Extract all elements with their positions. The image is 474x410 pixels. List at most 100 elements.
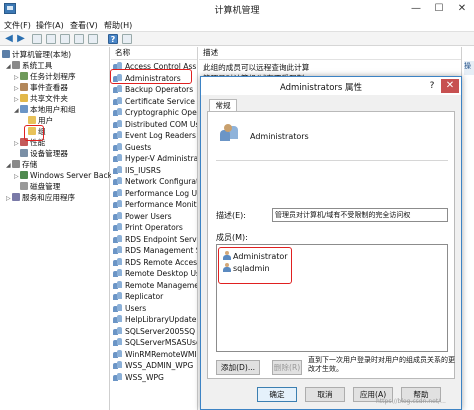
export-list-icon[interactable] <box>88 34 98 44</box>
menu-view[interactable]: 查看(V) <box>70 20 98 31</box>
group-list-item[interactable]: WSS_WPG <box>113 372 197 383</box>
description-input[interactable]: 管理员对计算机/域有不受限制的完全访问权 <box>272 208 448 222</box>
group-icon <box>113 211 122 220</box>
group-list-item-label: Remote Manageme <box>125 280 198 290</box>
group-list-item[interactable]: Performance Log U <box>113 188 197 199</box>
group-list-item[interactable]: Users <box>113 303 197 314</box>
actions-pane-label[interactable]: 操 <box>464 61 474 75</box>
group-icon <box>113 338 122 346</box>
group-list-item-label: RDS Endpoint Serve <box>125 234 198 244</box>
disk-icon <box>20 182 28 190</box>
dialog-close-button[interactable]: ✕ <box>441 79 459 93</box>
group-list-item-label: WSS_ADMIN_WPG <box>125 361 194 370</box>
general-tab-panel: Administrators 描述(E): 管理员对计算机/域有不受限制的完全访… <box>207 111 455 379</box>
group-list-item[interactable]: Guests <box>113 142 197 153</box>
menu-file[interactable]: 文件(F) <box>4 20 31 31</box>
tree-item-shared-folders[interactable]: ▷ 共享文件夹 <box>14 93 68 104</box>
help-icon[interactable]: ? <box>108 34 118 44</box>
group-icon <box>113 200 122 208</box>
menu-action[interactable]: 操作(A) <box>36 20 64 31</box>
group-list-item[interactable]: Network Configurat <box>113 176 197 187</box>
group-list-item[interactable]: WinRMRemoteWMI <box>113 349 197 360</box>
tree-item-event-viewer[interactable]: ▷ 事件查看器 <box>14 82 68 93</box>
group-list-item[interactable]: WSS_ADMIN_WPG <box>113 360 197 371</box>
tree-item-local-users-groups[interactable]: ◢ 本地用户和组 <box>14 104 76 115</box>
minimize-button[interactable]: — <box>405 0 427 18</box>
group-list-item-label: Power Users <box>125 211 172 221</box>
watermark: https://blog.csdn.net/... <box>376 398 446 405</box>
divider <box>216 160 448 161</box>
group-icon <box>113 119 122 128</box>
tree-item-disk-management[interactable]: 磁盘管理 <box>20 181 60 192</box>
column-header-description[interactable]: 描述 <box>199 47 461 60</box>
maximize-button[interactable]: ☐ <box>428 0 450 18</box>
tree-item-system-tools[interactable]: ◢ 系统工具 <box>6 60 52 71</box>
group-icon <box>113 165 122 174</box>
window-title: 计算机管理 <box>214 6 260 16</box>
group-icon <box>113 234 122 243</box>
group-list-item[interactable]: Print Operators <box>113 222 197 233</box>
group-list-item-label: Remote Desktop Us <box>125 269 198 278</box>
title-bar: 计算机管理 — ☐ ✕ <box>0 0 474 18</box>
group-list-item[interactable]: Power Users <box>113 211 197 222</box>
group-icon <box>113 223 122 231</box>
group-icon <box>113 177 122 185</box>
refresh-icon[interactable] <box>74 34 84 44</box>
computer-management-window: 计算机管理 — ☐ ✕ 文件(F) 操作(A) 查看(V) 帮助(H) ◀ ▶ … <box>0 0 474 410</box>
tree-item-computer-management[interactable]: 计算机管理(本地) <box>2 49 71 60</box>
group-list-item-label: Print Operators <box>125 223 183 232</box>
tree-item-storage[interactable]: ◢ 存储 <box>6 159 37 170</box>
group-list-item[interactable]: Backup Operators <box>113 84 197 95</box>
group-icon <box>113 349 122 358</box>
group-list-item[interactable]: Distributed COM Us <box>113 119 198 130</box>
group-list-item-label: Hyper-V Administra <box>125 154 198 163</box>
cancel-button[interactable]: 取消 <box>305 387 345 402</box>
group-list-item[interactable]: RDS Endpoint Serve <box>113 234 198 245</box>
group-list-item[interactable]: RDS Remote Access <box>113 257 197 268</box>
group-list-item[interactable]: Performance Monit <box>113 199 197 210</box>
back-arrow-icon[interactable]: ◀ <box>4 34 14 44</box>
group-icon <box>113 361 122 369</box>
tree-item-services-applications[interactable]: ▷ 服务和应用程序 <box>6 192 75 203</box>
group-list-item[interactable]: SQLServerMSASUse <box>113 337 197 348</box>
forward-arrow-icon[interactable]: ▶ <box>16 34 26 44</box>
group-icon <box>113 96 122 105</box>
computer-icon <box>2 50 10 58</box>
group-list-item[interactable]: HelpLibraryUpdaters <box>113 314 197 325</box>
group-list-item[interactable]: Cryptographic Oper <box>113 107 197 118</box>
toolbar: ◀ ▶ ? <box>0 32 474 46</box>
membership-change-note: 直到下一次用户登录时对用户的组成员关系的更改才生效。 <box>308 356 455 373</box>
menu-bar: 文件(F) 操作(A) 查看(V) 帮助(H) <box>0 18 474 32</box>
tree-item-device-manager[interactable]: 设备管理器 <box>20 148 68 159</box>
dialog-title: Administrators 属性 <box>279 83 363 93</box>
close-button[interactable]: ✕ <box>451 0 473 18</box>
group-list-item[interactable]: Replicator <box>113 291 197 302</box>
group-icon <box>113 280 122 289</box>
group-list-item[interactable]: IIS_IUSRS <box>113 165 197 176</box>
column-header-name[interactable]: 名称 <box>111 47 197 60</box>
tree-item-task-scheduler[interactable]: ▷ 任务计划程序 <box>14 71 76 82</box>
properties-icon[interactable] <box>122 34 132 44</box>
highlight-groups-node <box>24 125 44 141</box>
group-list-item[interactable]: Certificate Service D <box>113 96 197 107</box>
show-hide-tree-icon[interactable] <box>46 34 56 44</box>
navigation-tree: 计算机管理(本地) ◢ 系统工具 ▷ 任务计划程序 ▷ 事件查看器 ▷ 共享文件夹 ◢ 本… <box>0 47 112 410</box>
group-list-item[interactable]: Hyper-V Administra <box>113 153 198 164</box>
group-list-item[interactable]: Remote Desktop Us <box>113 268 198 279</box>
group-list-item-label: Distributed COM Us <box>125 119 198 129</box>
group-list-item[interactable]: Event Log Readers <box>113 130 197 141</box>
group-list-item-label: RDS Management S <box>125 246 198 255</box>
menu-help[interactable]: 帮助(H) <box>104 20 132 31</box>
folder-icon <box>28 116 36 124</box>
ok-button[interactable]: 确定 <box>257 387 297 402</box>
up-folder-icon[interactable] <box>32 34 42 44</box>
remove-button[interactable]: 删除(R) <box>272 360 302 375</box>
group-list-item-label: WinRMRemoteWMI <box>125 349 197 359</box>
add-button[interactable]: 添加(D)... <box>216 360 260 375</box>
group-list-item[interactable]: RDS Management S <box>113 245 198 256</box>
copy-icon[interactable] <box>60 34 70 44</box>
group-list-item[interactable]: SQLServer2005SQ <box>113 326 197 337</box>
group-list-item[interactable]: Remote Manageme <box>113 280 198 291</box>
dialog-help-button[interactable]: ? <box>425 79 439 93</box>
tree-item-windows-server-backup[interactable]: ▷ Windows Server Back <box>14 170 112 181</box>
